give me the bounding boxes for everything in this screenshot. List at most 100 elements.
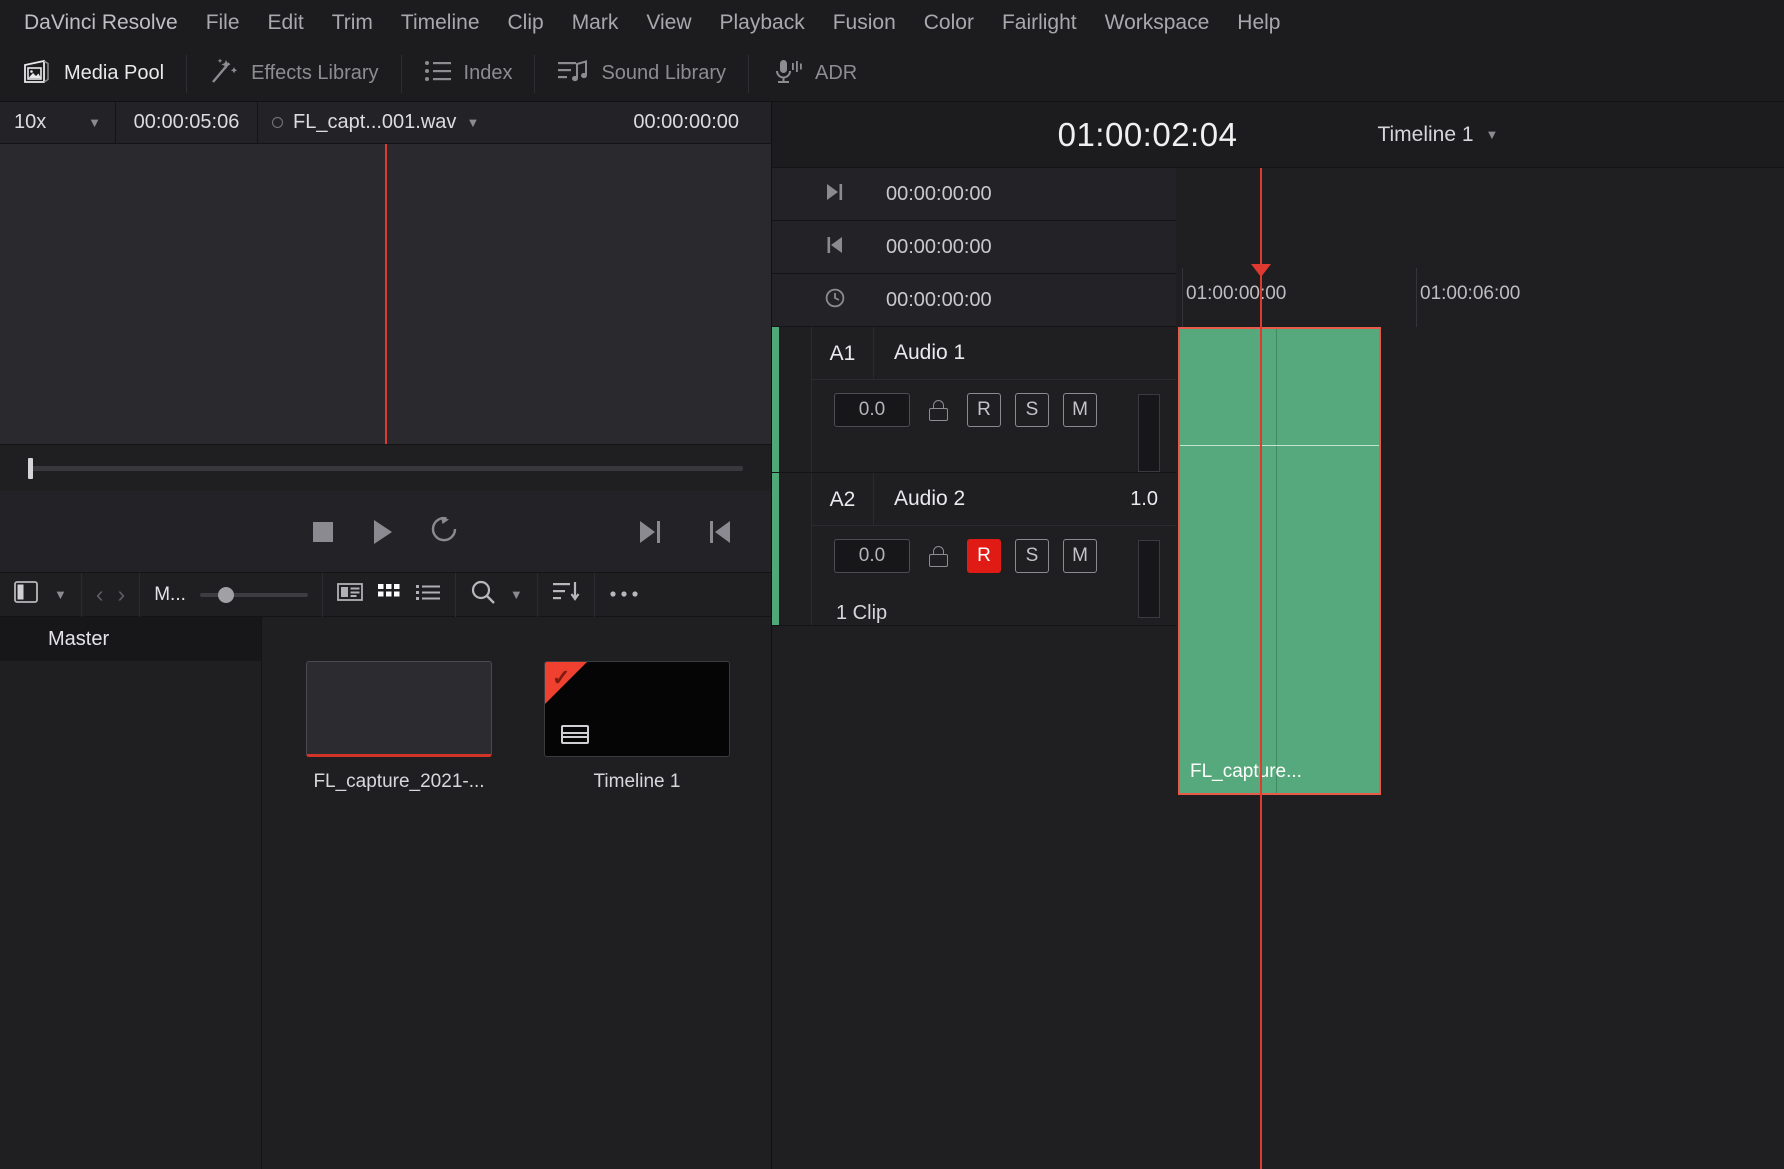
track-mute-button[interactable]: M: [1063, 393, 1097, 427]
track-color-bar: [772, 473, 779, 625]
track-number: A2: [812, 472, 874, 526]
media-pool-item-audio-clip[interactable]: FL_capture_2021-...: [306, 661, 492, 1169]
thumbnail-size-slider[interactable]: [199, 586, 308, 603]
thumbnail-view-icon[interactable]: [377, 582, 401, 607]
timeline-ruler[interactable]: 01:00:00:00 01:00:06:00: [1176, 168, 1784, 327]
track-audio-meter: [1138, 540, 1160, 618]
timecode-row-in[interactable]: 00:00:00:00: [772, 221, 1176, 274]
media-pool-toolbar: ▼ ‹ › M... ▼: [0, 572, 771, 617]
sidebar-toggle-group[interactable]: ▼: [0, 572, 82, 617]
skip-backward-button[interactable]: [707, 519, 733, 545]
toolbar-button-effects-library[interactable]: Effects Library: [187, 46, 400, 102]
viewer-clip-selector[interactable]: FL_capt...001.wav ▼ 00:00:00:00: [258, 102, 771, 144]
viewer-duration-timecode[interactable]: 00:00:05:06: [116, 101, 258, 144]
scrub-handle[interactable]: [28, 457, 33, 479]
thumbnail-preview[interactable]: ✓: [544, 661, 730, 757]
current-bin-label[interactable]: M...: [154, 584, 186, 606]
track-name[interactable]: Audio 2: [874, 487, 965, 511]
clock-icon: [824, 287, 846, 314]
slider-knob[interactable]: [217, 586, 234, 603]
track-headers: 00:00:00:00 00:00:00:00 00:00:00:00 A1 A…: [772, 168, 1176, 1169]
timeline-content[interactable]: 01:00:00:00 01:00:06:00 FL_capture...: [1176, 168, 1784, 1169]
timecode-row-duration[interactable]: 00:00:00:00: [772, 274, 1176, 327]
timeline-name-label: Timeline 1: [1377, 122, 1474, 146]
track-color-bar: [772, 327, 779, 472]
stop-button[interactable]: [310, 519, 336, 545]
menu-item-file[interactable]: File: [192, 0, 254, 46]
menu-bar: DaVinci Resolve File Edit Trim Timeline …: [0, 0, 1784, 46]
lock-icon[interactable]: [929, 399, 948, 421]
viewer-header: 10x ▼ 00:00:05:06 FL_capt...001.wav ▼ 00…: [0, 101, 771, 144]
toolbar-label-effects-library: Effects Library: [251, 62, 379, 84]
menu-item-view[interactable]: View: [632, 0, 705, 46]
chevron-down-icon: ▼: [88, 115, 101, 130]
clip-waveform-divider: [1180, 445, 1379, 446]
clip-channel-divider: [1276, 329, 1277, 793]
menu-item-fairlight[interactable]: Fairlight: [988, 0, 1091, 46]
menu-item-help[interactable]: Help: [1223, 0, 1294, 46]
menu-item-timeline[interactable]: Timeline: [387, 0, 494, 46]
metadata-view-icon[interactable]: [336, 582, 363, 607]
sort-icon[interactable]: [552, 580, 580, 609]
bin-item-master[interactable]: Master: [0, 617, 261, 661]
loop-button[interactable]: [428, 516, 462, 548]
timeline-clip-fl-capture[interactable]: FL_capture...: [1178, 327, 1381, 795]
timeline-current-timecode[interactable]: 01:00:02:04: [1058, 116, 1238, 154]
track-gain-field[interactable]: 0.0: [834, 393, 910, 427]
nav-back-button[interactable]: ‹: [96, 581, 104, 608]
viewer-zoom-selector[interactable]: 10x ▼: [0, 101, 116, 144]
track-gain-field[interactable]: 0.0: [834, 539, 910, 573]
more-options-icon[interactable]: [609, 586, 639, 604]
scrub-bar[interactable]: [28, 457, 743, 479]
track-record-button[interactable]: R: [967, 539, 1001, 573]
track-name[interactable]: Audio 1: [874, 341, 965, 365]
menu-item-fusion[interactable]: Fusion: [819, 0, 910, 46]
thumbnail-preview[interactable]: [306, 661, 492, 757]
play-button[interactable]: [370, 518, 394, 546]
chevron-down-icon[interactable]: ▼: [510, 587, 523, 602]
skip-forward-button[interactable]: [637, 519, 663, 545]
navigation-group: ‹ ›: [82, 572, 141, 617]
scrub-bar-row: [0, 445, 771, 491]
track-solo-button[interactable]: S: [1015, 539, 1049, 573]
timeline-name-selector[interactable]: Timeline 1 ▼: [1377, 123, 1498, 147]
panel-toggle-icon[interactable]: [14, 580, 40, 609]
menu-item-color[interactable]: Color: [910, 0, 988, 46]
thumbnail-label: FL_capture_2021-...: [313, 771, 485, 792]
ruler-mark-label: 01:00:00:00: [1186, 283, 1287, 304]
toolbar-button-index[interactable]: Index: [402, 46, 535, 102]
media-pool-bin-tree: Master: [0, 617, 262, 1169]
track-record-button[interactable]: R: [967, 393, 1001, 427]
viewer-canvas[interactable]: [0, 144, 771, 444]
viewer-position-timecode: 00:00:00:00: [633, 111, 739, 133]
toolbar-label-sound-library: Sound Library: [601, 62, 726, 84]
menu-item-workspace[interactable]: Workspace: [1091, 0, 1224, 46]
viewer-clip-name: FL_capt...001.wav: [293, 111, 457, 133]
toolbar-button-sound-library[interactable]: Sound Library: [535, 46, 748, 102]
source-viewer-panel: 10x ▼ 00:00:05:06 FL_capt...001.wav ▼ 00…: [0, 101, 772, 1169]
track-gap: [779, 473, 812, 625]
menu-item-trim[interactable]: Trim: [318, 0, 387, 46]
sound-library-icon: [557, 58, 589, 89]
media-pool-item-timeline[interactable]: ✓ Timeline 1: [544, 661, 730, 1169]
lock-icon[interactable]: [929, 545, 948, 567]
toolbar-button-adr[interactable]: ADR: [749, 46, 879, 102]
menu-item-playback[interactable]: Playback: [706, 0, 819, 46]
viewer-playhead[interactable]: [385, 144, 387, 444]
toolbar-button-media-pool[interactable]: Media Pool: [0, 46, 186, 102]
search-icon[interactable]: [470, 579, 496, 610]
chevron-down-icon[interactable]: ▼: [54, 587, 67, 602]
timecode-row-out[interactable]: 00:00:00:00: [772, 168, 1176, 221]
menu-item-davinci-resolve[interactable]: DaVinci Resolve: [10, 0, 192, 46]
ruler-tick: [1182, 268, 1183, 327]
timeline-playhead[interactable]: [1251, 168, 1271, 1169]
track-solo-button[interactable]: S: [1015, 393, 1049, 427]
menu-item-clip[interactable]: Clip: [494, 0, 558, 46]
toolbar-label-adr: ADR: [815, 62, 858, 84]
list-view-icon[interactable]: [415, 582, 441, 607]
track-clip-count: 1 Clip: [836, 602, 888, 624]
menu-item-edit[interactable]: Edit: [254, 0, 318, 46]
nav-forward-button[interactable]: ›: [118, 581, 126, 608]
track-mute-button[interactable]: M: [1063, 539, 1097, 573]
menu-item-mark[interactable]: Mark: [558, 0, 633, 46]
